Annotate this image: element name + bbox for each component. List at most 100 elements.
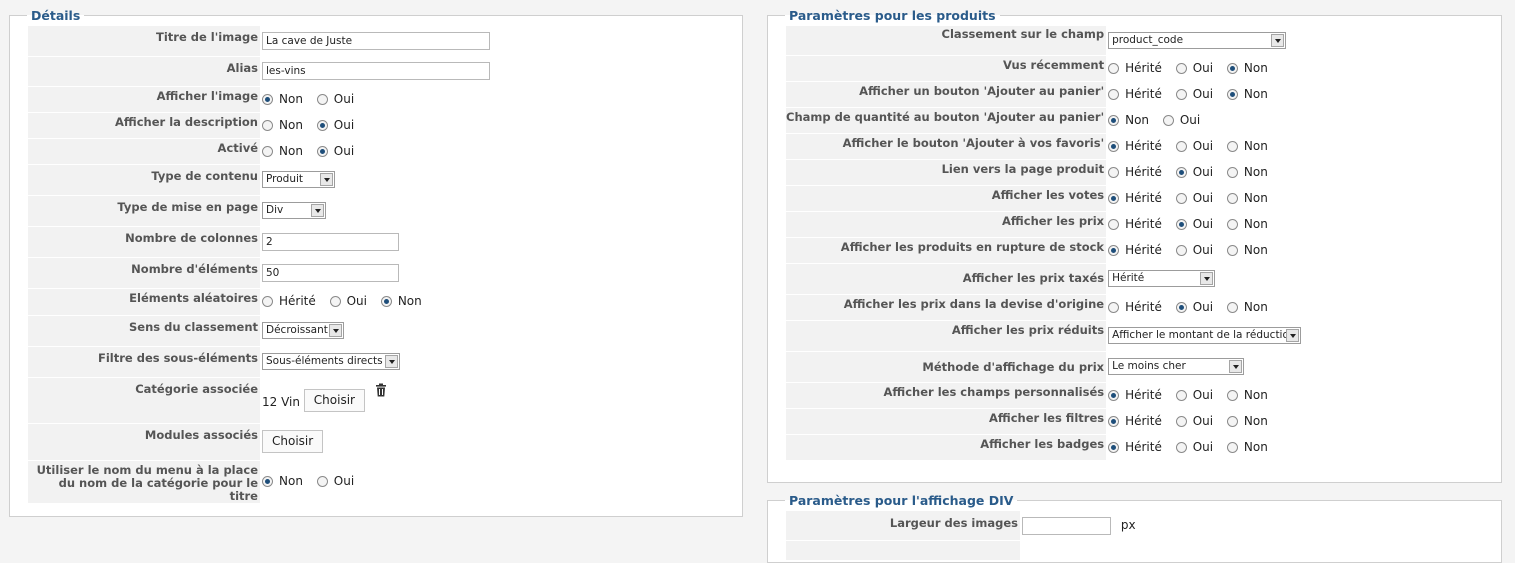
radio-prices-herite[interactable] — [1108, 218, 1120, 230]
label-content-type: Type de contenu — [28, 164, 260, 196]
title-input[interactable] — [262, 32, 490, 50]
label-next — [786, 540, 1020, 561]
radio-random-non[interactable] — [380, 296, 392, 307]
radio-label: Hérité — [1125, 242, 1162, 257]
discount-select[interactable]: Afficher le montant de la réduction — [1108, 327, 1302, 344]
radio-qty-field-non[interactable] — [1108, 114, 1120, 126]
radio-votes-herite[interactable] — [1108, 192, 1120, 204]
radio-label: Non — [1243, 387, 1268, 402]
label-show-desc: Afficher la description — [28, 112, 260, 139]
radio-custom-fields-non[interactable] — [1226, 389, 1238, 401]
row-taxed: Afficher les prix taxés Hérité — [786, 263, 1301, 295]
radio-qty-field-oui[interactable] — [1162, 114, 1174, 126]
radio-prices-non[interactable] — [1226, 218, 1238, 230]
row-alias: Alias — [28, 56, 490, 87]
radio-recent-non[interactable] — [1226, 62, 1238, 74]
row-modules: Modules associés Choisir — [28, 423, 490, 461]
label-price-method: Méthode d'affichage du prix — [786, 351, 1107, 383]
label-product-link: Lien vers la page produit — [786, 159, 1107, 186]
label-taxed: Afficher les prix taxés — [786, 263, 1107, 295]
row-recent: Vus récemment Hérité Oui Non — [786, 55, 1301, 82]
radio-label: Hérité — [1125, 86, 1162, 101]
row-discount: Afficher les prix réduits Afficher le mo… — [786, 320, 1302, 352]
row-fav-btn: Afficher le bouton 'Ajouter à vos favori… — [786, 133, 1301, 160]
radios-show-image: Non Oui — [260, 86, 490, 112]
radio-orig-currency-herite[interactable] — [1108, 301, 1120, 313]
row-menu-name: Utiliser le nom du menu à la place du no… — [28, 460, 490, 504]
sort-field-select[interactable]: product_code — [1108, 32, 1287, 49]
label-orig-currency: Afficher les prix dans la devise d'origi… — [786, 294, 1107, 321]
content-type-select[interactable]: Produit — [262, 171, 335, 188]
label-out-of-stock: Afficher les produits en rupture de stoc… — [786, 237, 1107, 264]
radio-show-image-oui[interactable] — [316, 93, 328, 105]
chevron-down-icon — [320, 173, 333, 186]
row-show-desc: Afficher la description Non Oui — [28, 112, 490, 139]
radio-fav-btn-non[interactable] — [1226, 140, 1238, 152]
radio-votes-non[interactable] — [1226, 192, 1238, 204]
sort-dir-select[interactable]: Décroissant — [262, 322, 344, 339]
radio-out-of-stock-oui[interactable] — [1175, 244, 1187, 256]
radio-out-of-stock-non[interactable] — [1226, 244, 1238, 256]
image-width-input[interactable] — [1022, 516, 1111, 535]
sub-filter-select[interactable]: Sous-éléments directs — [262, 353, 400, 370]
radio-menu-name-non[interactable] — [262, 476, 273, 487]
radio-filters-non[interactable] — [1226, 415, 1238, 427]
row-sort-field: Classement sur le champ product_code — [786, 26, 1301, 56]
radio-show-desc-non[interactable] — [262, 119, 273, 131]
select-value: Décroissant — [266, 324, 328, 336]
row-sub-filter: Filtre des sous-éléments Sous-éléments d… — [28, 346, 490, 378]
radio-label: Oui — [333, 117, 355, 132]
radio-active-non[interactable] — [262, 145, 273, 157]
radio-label: Oui — [1192, 242, 1214, 257]
radio-recent-herite[interactable] — [1108, 62, 1120, 74]
radio-recent-oui[interactable] — [1175, 62, 1187, 74]
taxed-select[interactable]: Hérité — [1108, 270, 1216, 287]
radio-menu-name-oui[interactable] — [316, 476, 328, 487]
columns-input[interactable] — [262, 232, 399, 251]
radio-filters-oui[interactable] — [1175, 415, 1187, 427]
radio-cart-btn-oui[interactable] — [1175, 88, 1187, 100]
row-next — [786, 540, 1136, 561]
radio-prices-oui[interactable] — [1175, 218, 1187, 230]
radio-orig-currency-non[interactable] — [1226, 301, 1238, 313]
radio-custom-fields-oui[interactable] — [1175, 389, 1187, 401]
label-discount: Afficher les prix réduits — [786, 320, 1107, 352]
alias-input[interactable] — [262, 62, 490, 80]
radio-orig-currency-oui[interactable] — [1175, 301, 1187, 313]
select-value: Hérité — [1112, 272, 1145, 284]
price-method-select[interactable]: Le moins cher — [1108, 358, 1245, 375]
radio-product-link-oui[interactable] — [1175, 166, 1187, 178]
radio-random-oui[interactable] — [329, 296, 341, 307]
select-value: Sous-éléments directs — [266, 355, 383, 367]
radio-label: Non — [1243, 138, 1268, 153]
radio-cart-btn-herite[interactable] — [1108, 88, 1120, 100]
label-random: Eléments aléatoires — [28, 288, 260, 316]
radio-votes-oui[interactable] — [1175, 192, 1187, 204]
products-table: Classement sur le champ product_code Vus… — [786, 26, 1302, 461]
layout-type-select[interactable]: Div — [262, 202, 326, 219]
radio-filters-herite[interactable] — [1108, 415, 1120, 427]
row-cart-btn: Afficher un bouton 'Ajouter au panier' H… — [786, 81, 1301, 108]
radio-custom-fields-herite[interactable] — [1108, 389, 1120, 401]
row-category: Catégorie associée 12 Vin Choisir — [28, 377, 490, 424]
radio-product-link-non[interactable] — [1226, 166, 1238, 178]
radio-out-of-stock-herite[interactable] — [1108, 244, 1120, 256]
radio-show-desc-oui[interactable] — [316, 119, 328, 131]
radio-show-image-non[interactable] — [262, 93, 273, 105]
radio-label: Hérité — [1125, 190, 1162, 205]
radio-cart-btn-non[interactable] — [1226, 88, 1238, 100]
elements-input[interactable] — [262, 263, 399, 282]
radio-badges-non[interactable] — [1226, 441, 1238, 453]
radio-badges-herite[interactable] — [1108, 441, 1120, 453]
radio-active-oui[interactable] — [316, 145, 328, 157]
trash-icon[interactable] — [375, 383, 387, 401]
choose-category-button[interactable]: Choisir — [303, 389, 365, 412]
radio-product-link-herite[interactable] — [1108, 166, 1120, 178]
label-category: Catégorie associée — [28, 377, 260, 424]
chevron-down-icon — [1200, 272, 1214, 285]
radio-fav-btn-herite[interactable] — [1108, 140, 1120, 152]
radio-badges-oui[interactable] — [1175, 441, 1187, 453]
radio-fav-btn-oui[interactable] — [1175, 140, 1187, 152]
choose-modules-button[interactable]: Choisir — [262, 430, 324, 453]
radio-random-herite[interactable] — [262, 296, 273, 307]
